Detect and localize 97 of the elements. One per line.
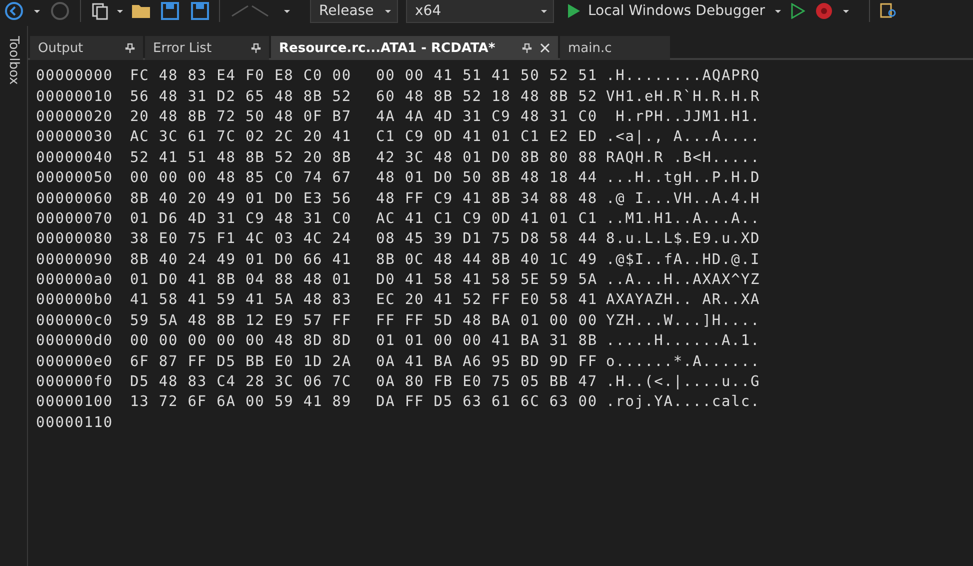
ascii-text: 8.u.L.L$.E9.u.XD — [606, 231, 760, 248]
offset-text: 00000070 — [36, 210, 114, 227]
hex-bytes: 56 48 31 D2 65 48 8B 52 — [130, 88, 352, 105]
offset-text: 000000b0 — [36, 292, 114, 308]
offset-text: 00000050 — [36, 170, 114, 186]
hex-bytes: C1 C9 0D 41 01 C1 E2 ED — [376, 129, 598, 146]
offset-text: 000000a0 — [36, 272, 114, 288]
hex-bytes: 08 45 39 D1 75 D8 58 44 — [376, 231, 598, 248]
offset-text: 00000030 — [36, 129, 114, 146]
offset-text: 000000e0 — [36, 354, 114, 370]
play-icon[interactable] — [790, 3, 805, 19]
hex-bytes: 00 00 41 51 41 50 52 51 — [376, 68, 598, 84]
offset-text: 00000060 — [36, 190, 114, 207]
ascii-text: RAQH.R .B<H..... — [606, 150, 760, 166]
hex-bytes: DA FF D5 63 61 6C 63 00 — [376, 394, 598, 410]
hex-bytes: FC 48 83 E4 F0 E8 C0 00 — [130, 68, 352, 84]
offset-text: 000000f0 — [36, 374, 114, 390]
save-all-icon[interactable] — [189, 2, 209, 20]
offset-text: 00000010 — [36, 88, 114, 105]
ascii-text: YZH...W...]H.... — [606, 312, 760, 329]
copy-icon[interactable] — [91, 2, 109, 20]
ascii-text: o......*.A...... — [606, 354, 760, 370]
hex-bytes: 13 72 6F 6A 00 59 41 89 — [130, 394, 352, 410]
back-icon[interactable] — [4, 1, 24, 21]
ascii-text: ..A...H..AXAX^YZ — [606, 272, 760, 288]
ascii-text: .<a|., A...A.... — [606, 129, 760, 146]
caret-icon[interactable] — [774, 10, 781, 12]
ascii-text: VH1.eH.R`H.R.H.R — [606, 88, 760, 105]
ascii-text: H.rPH..JJM1.H1. — [614, 108, 760, 125]
hex-bytes: D5 48 83 C4 28 3C 06 7C — [130, 374, 352, 390]
caret-icon[interactable] — [34, 10, 40, 12]
caret-icon — [284, 10, 290, 12]
offset-text: 000000d0 — [36, 333, 114, 350]
offset-text: 000000c0 — [36, 312, 114, 329]
document-tab[interactable]: Error List — [145, 36, 269, 60]
offset-text: 00000040 — [36, 150, 114, 166]
forward-icon — [50, 1, 70, 21]
hex-bytes: 48 FF C9 41 8B 34 88 48 — [376, 190, 598, 207]
ascii-text: ..M1.H1..A...A.. — [606, 210, 760, 227]
hex-bytes: 8B 40 20 49 01 D0 E3 56 — [130, 190, 352, 207]
hex-bytes: 38 E0 75 F1 4C 03 4C 24 — [130, 231, 352, 248]
caret-icon[interactable] — [117, 10, 123, 12]
play-icon[interactable] — [568, 4, 580, 18]
caret-icon[interactable] — [842, 10, 849, 12]
hex-bytes: 01 01 00 00 41 BA 31 8B — [376, 333, 598, 350]
hex-bytes: 8B 40 24 49 01 D0 66 41 — [130, 252, 352, 268]
folder-icon[interactable] — [131, 3, 151, 19]
hex-bytes: 00 00 00 00 00 48 8D 8D — [130, 333, 352, 350]
offset-text: 00000110 — [36, 414, 114, 431]
document-tab[interactable]: main.c — [560, 36, 670, 60]
caret-icon[interactable] — [385, 10, 391, 12]
ascii-text: .@$I..fA..HD.@.I — [606, 252, 760, 268]
caret-icon[interactable] — [541, 10, 547, 12]
hex-bytes: 59 5A 48 8B 12 E9 57 FF — [130, 312, 352, 329]
hex-bytes: 20 48 8B 72 50 48 0F B7 — [130, 108, 352, 125]
pin-icon[interactable] — [251, 43, 261, 53]
close-icon[interactable] — [540, 43, 550, 53]
hex-bytes: FF FF 5D 48 BA 01 00 00 — [376, 312, 598, 329]
hex-bytes: 01 D6 4D 31 C9 48 31 C0 — [130, 210, 352, 227]
hex-bytes: 00 00 00 48 85 C0 74 67 — [130, 170, 352, 186]
ascii-text: .H........AQAPRQ — [606, 68, 760, 84]
ascii-text: .H..(<.|....u..G — [606, 374, 760, 390]
offset-text: 00000020 — [36, 108, 114, 125]
pin-icon[interactable] — [522, 43, 532, 53]
ascii-text: AXAYAZH.. AR..XA — [606, 292, 760, 308]
toolbox-label[interactable]: Toolbox — [6, 36, 21, 85]
hex-bytes: 8B 0C 48 44 8B 40 1C 49 — [376, 252, 598, 268]
offset-text: 00000090 — [36, 252, 114, 268]
record-icon[interactable] — [814, 2, 833, 20]
offset-text: 00000000 — [36, 68, 114, 84]
hex-bytes: 60 48 8B 52 18 48 8B 52 — [376, 88, 598, 105]
hex-bytes: 0A 41 BA A6 95 BD 9D FF — [376, 354, 598, 370]
hex-bytes: 48 01 D0 50 8B 48 18 44 — [376, 170, 598, 186]
offset-text: 00000100 — [36, 394, 114, 410]
debugger-button[interactable]: Local Windows Debugger — [562, 0, 771, 23]
ascii-text: .....H......A.1. — [606, 333, 760, 350]
hex-bytes: 4A 4A 4D 31 C9 48 31 C0 — [376, 108, 598, 125]
hex-bytes: EC 20 41 52 FF E0 58 41 — [376, 292, 598, 308]
hex-bytes: AC 41 C1 C9 0D 41 01 C1 — [376, 210, 598, 227]
hex-bytes: 01 D0 41 8B 04 88 48 01 — [130, 272, 352, 288]
offset-text: 00000080 — [36, 231, 114, 248]
hex-bytes: 42 3C 48 01 D0 8B 80 88 — [376, 150, 598, 166]
hex-bytes: D0 41 58 41 58 5E 59 5A — [376, 272, 598, 288]
platform-dropdown[interactable]: x64 — [406, 0, 554, 23]
hex-bytes: 52 41 51 48 8B 52 20 8B — [130, 150, 352, 166]
document-tab[interactable]: Resource.rc...ATA1 - RCDATA* — [271, 36, 558, 60]
ascii-text: .roj.YA....calc. — [606, 394, 760, 410]
hex-bytes: AC 3C 61 7C 02 2C 20 41 — [130, 129, 352, 146]
ascii-text: ...H..tgH..P.H.D — [606, 170, 760, 186]
document-tab[interactable]: Output — [30, 36, 143, 60]
ascii-text: .@ I...VH..A.4.H — [606, 190, 760, 207]
save-icon[interactable] — [161, 2, 179, 20]
hex-bytes: 0A 80 FB E0 75 05 BB 47 — [376, 374, 598, 390]
hex-bytes: 6F 87 FF D5 BB E0 1D 2A — [130, 354, 352, 370]
hex-bytes: 41 58 41 59 41 5A 48 83 — [130, 292, 352, 308]
pin-icon[interactable] — [125, 43, 135, 53]
configuration-dropdown[interactable]: Release — [310, 0, 398, 23]
